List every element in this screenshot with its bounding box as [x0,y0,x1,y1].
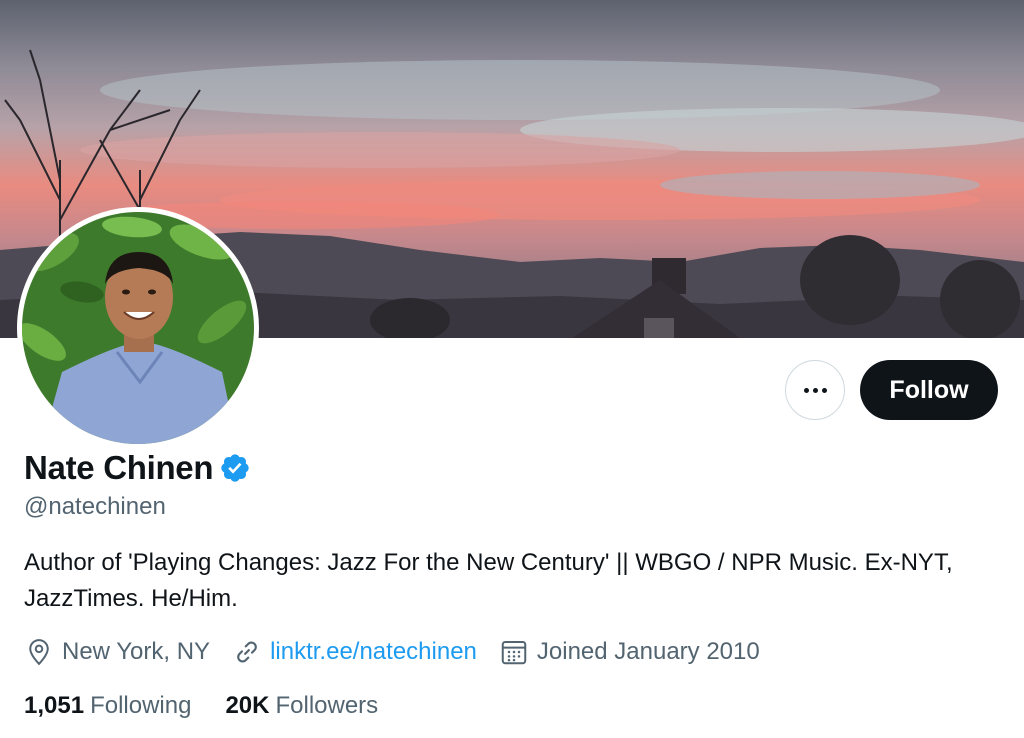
profile-meta-row: New York, NY linktr.ee/natechinen Joined… [24,634,782,670]
user-handle: @natechinen [24,493,166,520]
calendar-icon [501,641,527,665]
verified-badge-icon[interactable] [219,452,251,484]
joined-item: Joined January 2010 [499,637,760,667]
following-count: 1,051 [24,692,85,719]
followers-label: Followers [275,692,379,719]
joined-date: Joined January 2010 [536,638,760,665]
avatar-photo [22,212,254,444]
profile-bio: Author of 'Playing Changes: Jazz For the… [24,549,953,612]
followers-stat[interactable]: 20K Followers [225,692,378,720]
location-pin-icon [29,639,49,666]
location-text: New York, NY [62,638,211,665]
name-row: Nate Chinen [24,449,251,487]
location-item: New York, NY [24,637,210,667]
following-stat[interactable]: 1,051 Following [24,692,191,720]
profile-page: Follow Nate Chinen @natechinen Author of… [0,0,1024,738]
profile-stats-row: 1,051 Following 20K Followers [24,688,412,724]
following-label: Following [90,692,192,719]
more-options-icon [803,387,827,393]
display-name: Nate Chinen [24,449,214,486]
profile-avatar[interactable] [17,207,259,449]
website-link[interactable]: linktr.ee/natechinen [270,638,477,666]
more-options-button[interactable] [785,360,845,420]
link-icon [237,641,257,663]
website-item: linktr.ee/natechinen [232,637,477,667]
followers-count: 20K [225,692,270,719]
follow-button[interactable]: Follow [860,360,998,420]
